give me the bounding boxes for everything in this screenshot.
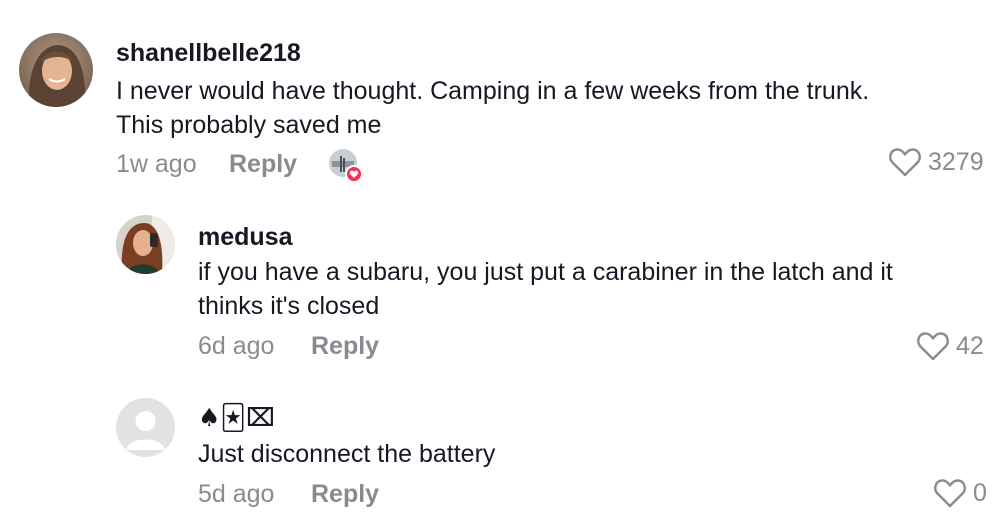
avatar-photo (19, 33, 93, 107)
like-button[interactable]: 42 (916, 331, 984, 361)
comment-timestamp: 6d ago (198, 332, 275, 360)
creator-liked-badge (328, 148, 364, 184)
heart-outline-icon (917, 332, 949, 361)
comment-text: if you have a subaru, you just put a car… (198, 255, 988, 323)
creator-avatar-icon (329, 149, 363, 183)
comment-avatar[interactable] (116, 398, 175, 457)
like-count: 0 (973, 478, 987, 507)
avatar-photo (116, 215, 175, 274)
comment-text: I never would have thought. Camping in a… (116, 74, 976, 142)
default-avatar-icon (126, 411, 165, 450)
comment-text-line: This probably saved me (116, 111, 382, 139)
reply-button[interactable]: Reply (229, 150, 297, 179)
heart-outline-icon (889, 148, 921, 177)
comment-username[interactable]: shanellbelle218 (116, 39, 301, 68)
comment-text-line: if you have a subaru, you just put a car… (198, 258, 893, 286)
like-count: 3279 (928, 147, 984, 176)
like-button[interactable]: 3279 (888, 147, 984, 177)
reply-button[interactable]: Reply (311, 480, 379, 509)
like-count: 42 (956, 331, 984, 360)
comment-timestamp: 5d ago (198, 480, 275, 508)
comment-text-line: thinks it's closed (198, 292, 380, 320)
reply-button[interactable]: Reply (311, 332, 379, 361)
comment-timestamp: 1w ago (116, 150, 197, 178)
comment-username[interactable]: ♠🃏⌧ (198, 403, 275, 432)
comment-text: Just disconnect the battery (198, 437, 988, 471)
comment-text-line: Just disconnect the battery (198, 440, 496, 468)
comment-username[interactable]: medusa (198, 223, 292, 252)
comment-text-line: I never would have thought. Camping in a… (116, 77, 870, 105)
heart-outline-icon (934, 479, 966, 508)
like-button[interactable]: 0 (933, 478, 987, 508)
comment-avatar[interactable] (116, 215, 175, 274)
comment-avatar[interactable] (19, 33, 93, 107)
